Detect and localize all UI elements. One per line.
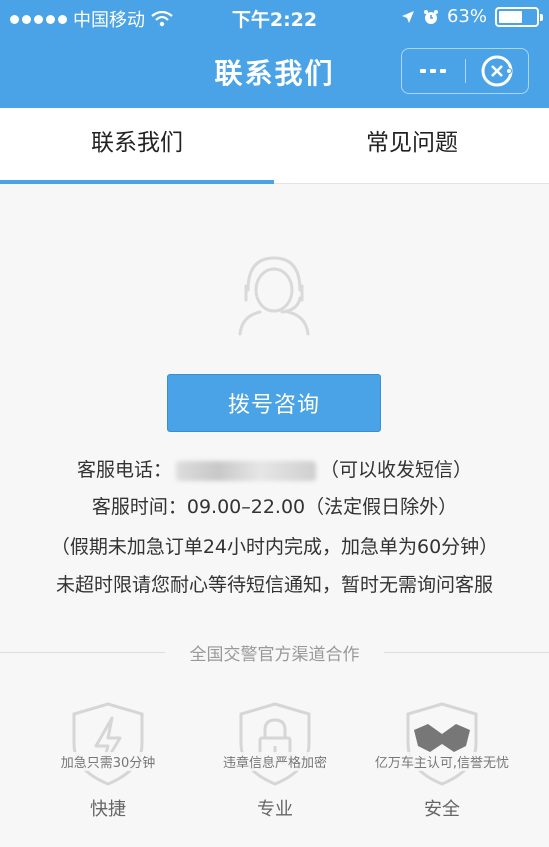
phone-number-redacted: [176, 460, 316, 481]
hours-line: 客服时间：09.00–22.00（法定假日除外）: [0, 492, 549, 519]
notice-line-2: 未超时限请您耐心等待短信通知，暂时无需询问客服: [55, 574, 493, 596]
battery-icon: [495, 6, 543, 27]
more-button[interactable]: [402, 49, 465, 93]
alarm-clock-icon: [423, 9, 438, 24]
feature-name: 安全: [424, 799, 460, 820]
feature-desc: 加急只需30分钟: [38, 752, 178, 771]
feature-desc: 违章信息严格加密: [205, 752, 345, 771]
feature-desc: 亿万车主认可,信誉无忧: [372, 752, 512, 771]
dial-button[interactable]: 拨号咨询: [167, 374, 381, 432]
mini-program-capsule: [401, 48, 529, 94]
hours-value: 09.00–22.00（法定假日除外）: [186, 496, 458, 518]
feature-professional: 违章信息严格加密 专业: [205, 700, 345, 820]
battery-percent: 63%: [446, 6, 487, 27]
feature-name: 专业: [257, 799, 293, 820]
status-bar: 中国移动 下午2:22 63%: [0, 0, 549, 34]
hours-label: 客服时间：: [91, 496, 187, 518]
nav-bar: 联系我们: [0, 34, 549, 108]
phone-note: （可以收发短信）: [320, 459, 473, 481]
divider-line-right: [384, 652, 549, 653]
battery-fill: [499, 10, 522, 23]
phone-label: 客服电话：: [76, 459, 172, 481]
location-arrow-icon: [401, 10, 414, 23]
close-button[interactable]: [466, 49, 529, 93]
lightning-icon: [72, 702, 144, 786]
notice-line-1: （假期未加急订单24小时内完成，加急单为60分钟）: [50, 536, 499, 558]
feature-safe: 亿万车主认可,信誉无忧 安全: [372, 700, 512, 820]
close-circle-icon: [481, 55, 513, 87]
handshake-icon: [406, 702, 478, 786]
partner-divider: 全国交警官方渠道合作: [0, 640, 549, 665]
tab-faq[interactable]: 常见问题: [275, 108, 549, 184]
tab-bar: 联系我们 常见问题: [0, 108, 549, 184]
customer-service-icon: [238, 256, 310, 336]
feature-name: 快捷: [90, 799, 126, 820]
more-dots-icon: [420, 69, 447, 73]
status-right: 63%: [401, 6, 543, 27]
feature-fast: 加急只需30分钟 快捷: [38, 700, 178, 820]
tab-contact-us[interactable]: 联系我们: [0, 108, 274, 184]
lock-icon: [239, 702, 311, 786]
phone-line: 客服电话： （可以收发短信）: [0, 455, 549, 482]
